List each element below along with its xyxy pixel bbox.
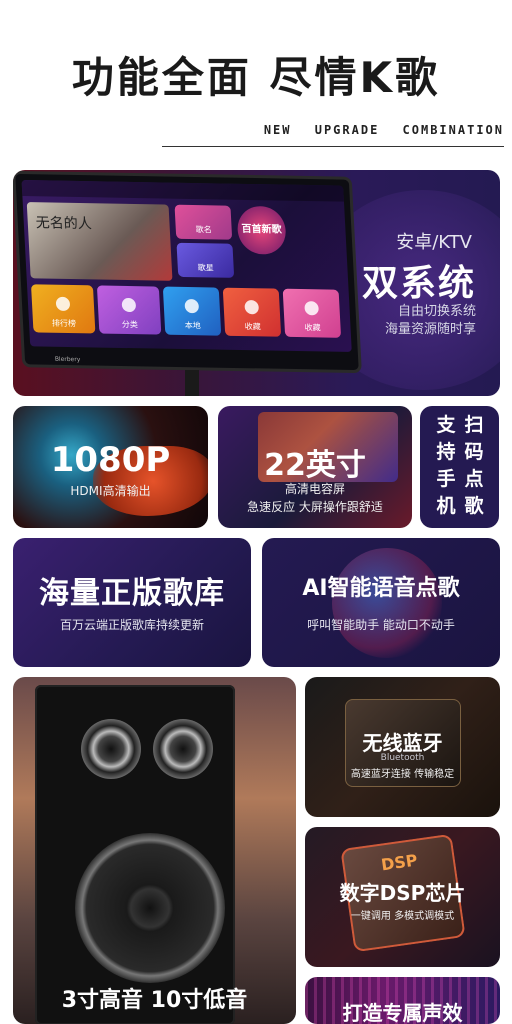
dual-system-card: 无名的人 歌名 歌星 百首新歌 排行榜 分类 本地 收藏 收藏 Blerbery… — [13, 170, 500, 396]
bluetooth-title: 无线蓝牙 — [362, 731, 443, 755]
folder-icon — [184, 299, 200, 314]
scan-char: 点 — [464, 468, 484, 490]
library-title: 海量正版歌库 — [39, 576, 225, 611]
woofer — [75, 833, 225, 983]
dsp-card: DSP 数字DSP芯片 一键调用 多模式调模式 — [305, 827, 500, 967]
screen-tile-favorite-2: 收藏 — [282, 288, 342, 338]
screen-size-desc-1: 高清电容屏 — [284, 482, 345, 496]
speaker-card: 3寸高音 10寸低音 — [13, 677, 296, 1024]
screen-size-desc-2: 急速反应 大屏操作跟舒适 — [247, 500, 383, 514]
screen-tile-local: 本地 — [162, 286, 222, 336]
voice-orb — [332, 548, 442, 658]
dsp-title: 数字DSP芯片 — [339, 881, 466, 905]
ai-voice-card: AI智能语音点歌 呼叫智能助手 能动口不动手 — [262, 538, 500, 667]
hero-title: 双系统 — [361, 263, 476, 304]
hero-system-tag: 安卓/KTV — [396, 232, 472, 253]
screen-tile-chart: 排行榜 — [31, 284, 96, 334]
screen-tile-category: 分类 — [96, 285, 162, 335]
crown-icon — [55, 296, 71, 312]
tablet-stand — [185, 370, 199, 396]
tile-label: 收藏 — [304, 323, 321, 333]
tile-label: 歌星 — [197, 263, 214, 273]
heart-icon — [304, 301, 319, 316]
tweeter-right — [153, 719, 213, 779]
ai-title: AI智能语音点歌 — [302, 576, 460, 601]
tile-label: 排行榜 — [51, 318, 77, 329]
dsp-desc: 一键调用 多模式调模式 — [350, 911, 455, 922]
music-icon — [244, 300, 260, 315]
header-divider — [162, 146, 504, 147]
screen-tile-favorite-1: 收藏 — [222, 287, 282, 337]
hd-title: 1080P — [50, 440, 171, 480]
tile-label: 分类 — [121, 319, 139, 330]
scan-text-grid: 支 扫 持 码 手 点 机 歌 — [432, 414, 488, 518]
hero-desc-2: 海量资源随时享 — [384, 322, 476, 337]
screen-size-title: 22英寸 — [264, 448, 366, 483]
scan-char: 手 — [436, 468, 456, 490]
screen-topbar — [21, 179, 344, 202]
tablet-screen: 无名的人 歌名 歌星 百首新歌 排行榜 分类 本地 收藏 收藏 — [21, 179, 352, 352]
scan-char: 扫 — [464, 414, 484, 436]
ai-desc: 呼叫智能助手 能动口不动手 — [307, 618, 455, 632]
tablet-brand: Blerbery — [54, 355, 81, 364]
karaoke-tablet-image: 无名的人 歌名 歌星 百首新歌 排行榜 分类 本地 收藏 收藏 Blerbery — [13, 170, 362, 374]
bluetooth-card: 无线蓝牙 Bluetooth 高速蓝牙连接 传输稳定 — [305, 677, 500, 817]
library-desc: 百万云端正版歌库持续更新 — [59, 618, 204, 632]
tweeter-left — [81, 719, 141, 779]
scan-char: 机 — [436, 495, 456, 517]
screen-tile-song-name: 歌名 — [174, 204, 233, 240]
poster-text: 无名的人 — [35, 215, 93, 233]
speaker-cabinet — [35, 685, 235, 1024]
scan-char: 持 — [436, 441, 456, 463]
hero-desc-1: 自由切换系统 — [397, 304, 476, 319]
screen-poster: 无名的人 — [26, 202, 173, 281]
speaker-title: 3寸高音 10寸低音 — [61, 988, 248, 1013]
screen-size-card: 22英寸 高清电容屏 急速反应 大屏操作跟舒适 — [218, 406, 412, 528]
sound-effect-title: 打造专属声效 — [342, 1001, 463, 1024]
scan-char: 码 — [464, 441, 484, 463]
bluetooth-mark: Bluetooth — [380, 753, 425, 763]
page-headline: 功能全面 尽情K歌 — [71, 53, 441, 102]
tile-label: 本地 — [184, 321, 202, 331]
tile-label: 收藏 — [244, 322, 261, 332]
screen-tile-singer: 歌星 — [176, 242, 235, 278]
wave-icon — [121, 298, 137, 313]
scan-char: 歌 — [464, 495, 484, 517]
page-subline: NEW UPGRADE COMBINATION — [263, 123, 504, 137]
hd-desc: HDMI高清输出 — [70, 484, 151, 498]
scan-char: 支 — [436, 414, 456, 436]
tile-label: 歌名 — [195, 225, 212, 235]
bluetooth-desc: 高速蓝牙连接 传输稳定 — [350, 769, 455, 780]
scan-card: 支 扫 持 码 手 点 机 歌 — [420, 406, 499, 528]
song-library-card: 海量正版歌库 百万云端正版歌库持续更新 — [13, 538, 251, 667]
new-songs-badge: 百首新歌 — [236, 205, 287, 255]
hd-output-card: 1080P HDMI高清输出 — [13, 406, 208, 528]
sound-effect-card: 打造专属声效 — [305, 977, 500, 1024]
